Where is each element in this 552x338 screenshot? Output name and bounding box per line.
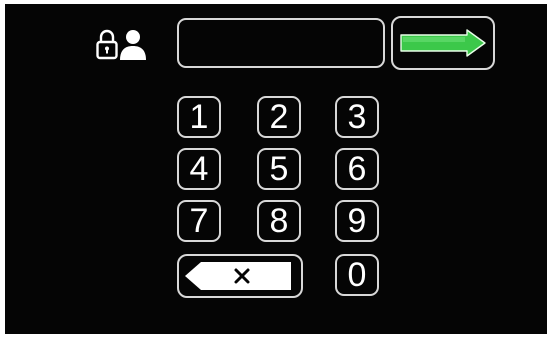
keypad-key-1[interactable]: 1 (177, 96, 221, 138)
keypad-key-2[interactable]: 2 (257, 96, 301, 138)
enter-button[interactable] (391, 16, 495, 70)
keypad-key-8[interactable]: 8 (257, 200, 301, 242)
arrow-right-icon (400, 29, 486, 57)
keypad-key-3[interactable]: 3 (335, 96, 379, 138)
keypad-key-5[interactable]: 5 (257, 148, 301, 190)
keypad-key-4[interactable]: 4 (177, 148, 221, 190)
pin-input[interactable] (177, 18, 385, 68)
backspace-button[interactable] (177, 254, 303, 298)
keypad-key-0[interactable]: 0 (335, 254, 379, 296)
keypad-screen: 1 2 3 4 5 6 7 8 9 0 (5, 4, 547, 334)
backspace-icon (185, 262, 291, 290)
keypad-key-9[interactable]: 9 (335, 200, 379, 242)
keypad-key-7[interactable]: 7 (177, 200, 221, 242)
keypad-key-6[interactable]: 6 (335, 148, 379, 190)
lock-user-icon (91, 26, 155, 66)
